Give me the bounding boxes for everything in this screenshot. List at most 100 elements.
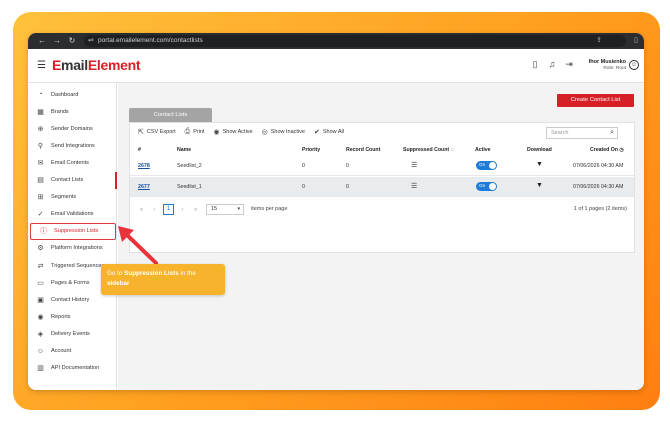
forward-icon[interactable]: → [51,33,63,49]
prev-page-button[interactable]: ‹ [150,207,159,213]
row-id-link[interactable]: 2678 [138,163,150,169]
check-all-icon: ✔ [313,129,320,136]
download-icon[interactable]: ▼ [536,182,543,189]
sidebar-item-account[interactable]: ☺ Account [28,343,117,360]
col-header-created-on: Created On ◷ [590,147,624,153]
table-row[interactable]: 2677 Seedlist_1 0 0 ☰ On ▼ 07/06/2026 04… [130,177,634,197]
contact-list-icon: ▤ [37,177,44,184]
sidebar-item-contact-lists[interactable]: ▤ Contact Lists [28,171,117,189]
pages-icon: ▭ [37,279,44,287]
sidebar-item-label: Platform Integrations [51,245,103,252]
row-name: Seedlist_1 [177,184,202,190]
sidebar-item-reports[interactable]: ◉ Reports [28,308,117,325]
phone-icon[interactable]: ▯ [530,59,540,70]
chevron-down-icon: ▾ [237,206,240,212]
show-inactive-button[interactable]: ◎ Show Inactive [262,128,305,136]
search-input[interactable]: Search ⌕ [546,127,618,139]
col-header-record-count: Record Count [346,147,381,153]
sidebar-item-email-validations[interactable]: ✓ Email Validations [28,206,117,223]
sidebar-item-label: API Documentation [51,365,100,372]
row-record-count: 0 [346,184,349,190]
user-name: Ihor Musienko [588,59,626,65]
user-role: Role: Root [603,66,626,71]
sidebar-item-label: Email Validations [51,211,94,218]
toggle-knob [489,183,496,190]
address-bar[interactable]: ⇌ portal.emailelement.com/contactlists ⇪… [84,35,638,47]
api-doc-icon: ▥ [37,365,44,373]
sidebar-item-label: Contact History [51,296,90,303]
sidebar-item-email-contents[interactable]: ✉ Email Contents [28,154,117,171]
suppressed-list-icon[interactable]: ☰ [411,182,417,190]
sidebar-item-platform-integrations[interactable]: ⚙ Platform Integrations [28,240,117,257]
share-icon[interactable]: ⇪ [596,35,602,47]
print-button[interactable]: ⎙ Print [185,128,205,136]
row-name: Seedlist_2 [177,163,202,169]
contact-lists-panel: ⇱ CSV Export ⎙ Print ◉ Show Active ◎ Show In… [129,122,635,253]
row-created-on: 07/06/2026 04:30 AM [573,163,624,169]
first-page-button[interactable]: « [137,207,146,213]
account-icon: ☺ [36,347,45,355]
sidebar-item-segments[interactable]: ⊞ Segments [28,189,117,206]
logout-icon[interactable]: ⇥ [564,59,574,70]
reports-icon: ◉ [37,313,44,321]
col-header-suppressed-count: Suppressed Count ◌ [403,147,454,153]
browser-toolbar: ← → ↻ ⇌ portal.emailelement.com/contactl… [28,33,644,49]
active-toggle[interactable]: On [476,182,497,191]
suppressed-list-icon[interactable]: ☰ [411,161,417,169]
csv-export-button[interactable]: ⇱ CSV Export [138,128,176,136]
sidebar-item-label: Contact Lists [51,177,84,183]
user-avatar-icon[interactable]: ☺ [629,60,639,70]
sidebar-item-label: Brands [51,108,69,115]
sidebar-item-delivery-events[interactable]: ◈ Delivery Events [28,325,117,342]
print-icon: ⎙ [184,128,191,135]
tab-contact-lists[interactable]: Contact Lists [129,108,212,122]
sidebar-item-suppression-lists[interactable]: ⓘ Suppression Lists [30,222,116,240]
last-page-button[interactable]: » [191,207,200,213]
row-priority: 0 [302,163,305,169]
next-page-button[interactable]: › [178,207,187,213]
sidebar: ◔ Dashboard ▦ Brands ⊕ Sender Domains ⚲ Send In… [28,83,117,390]
sidebar-item-label: Segments [51,194,77,201]
toggle-knob [489,162,496,169]
table-toolbar: ⇱ CSV Export ⎙ Print ◉ Show Active ◎ Show In… [138,128,344,136]
page-size-select[interactable]: 15 ▾ [206,204,244,215]
sidebar-item-brands[interactable]: ▦ Brands [28,103,117,120]
sidebar-item-api-documentation[interactable]: ▥ API Documentation [28,360,117,377]
sidebar-item-sender-domains[interactable]: ⊕ Sender Domains [28,120,117,137]
segments-icon: ⊞ [37,194,44,202]
row-id-link[interactable]: 2677 [138,184,150,190]
delivery-icon: ◈ [37,330,44,338]
download-icon[interactable]: ▼ [536,161,543,168]
col-header-active: Active [475,147,491,153]
table-row[interactable]: 2678 Seedlist_2 0 0 ☰ On ▼ 07/06/2026 04… [130,156,634,176]
window-icon[interactable]: ▯ [634,35,638,47]
brands-icon: ▦ [37,108,44,116]
row-priority: 0 [302,184,305,190]
current-page-button[interactable]: 1 [163,204,174,215]
toggle-label: On [479,162,486,167]
back-icon[interactable]: ← [36,33,48,49]
bell-icon[interactable]: ♫ [547,59,557,70]
reload-icon[interactable]: ↻ [66,33,78,49]
sidebar-item-label: Dashboard [51,91,79,98]
active-toggle[interactable]: On [476,161,497,170]
check-circle-icon: ✓ [37,211,44,219]
envelope-icon: ✉ [37,159,44,167]
row-record-count: 0 [346,163,349,169]
sidebar-item-label: Triggered Sequences [51,262,105,269]
history-icon: ▣ [37,296,44,304]
info-icon[interactable]: ◌ [451,147,454,153]
sidebar-item-label: Email Contents [51,159,89,166]
eye-off-icon: ◎ [261,129,268,136]
site-settings-icon[interactable]: ⇌ [88,35,94,47]
show-all-button[interactable]: ✔ Show All [314,128,344,136]
sidebar-item-dashboard[interactable]: ◔ Dashboard [28,86,117,103]
create-contact-list-button[interactable]: Create Contact List [557,94,634,107]
export-icon: ⇱ [138,129,144,136]
sidebar-item-send-integrations[interactable]: ⚲ Send Integrations [28,137,117,154]
sidebar-item-label: Send Integrations [51,142,95,149]
show-active-button[interactable]: ◉ Show Active [214,128,253,136]
hamburger-menu-icon[interactable]: ☰ [37,60,46,71]
pagination-info: 1 of 1 pages (2 items) [573,206,627,212]
search-icon[interactable]: ⌕ [610,128,614,138]
